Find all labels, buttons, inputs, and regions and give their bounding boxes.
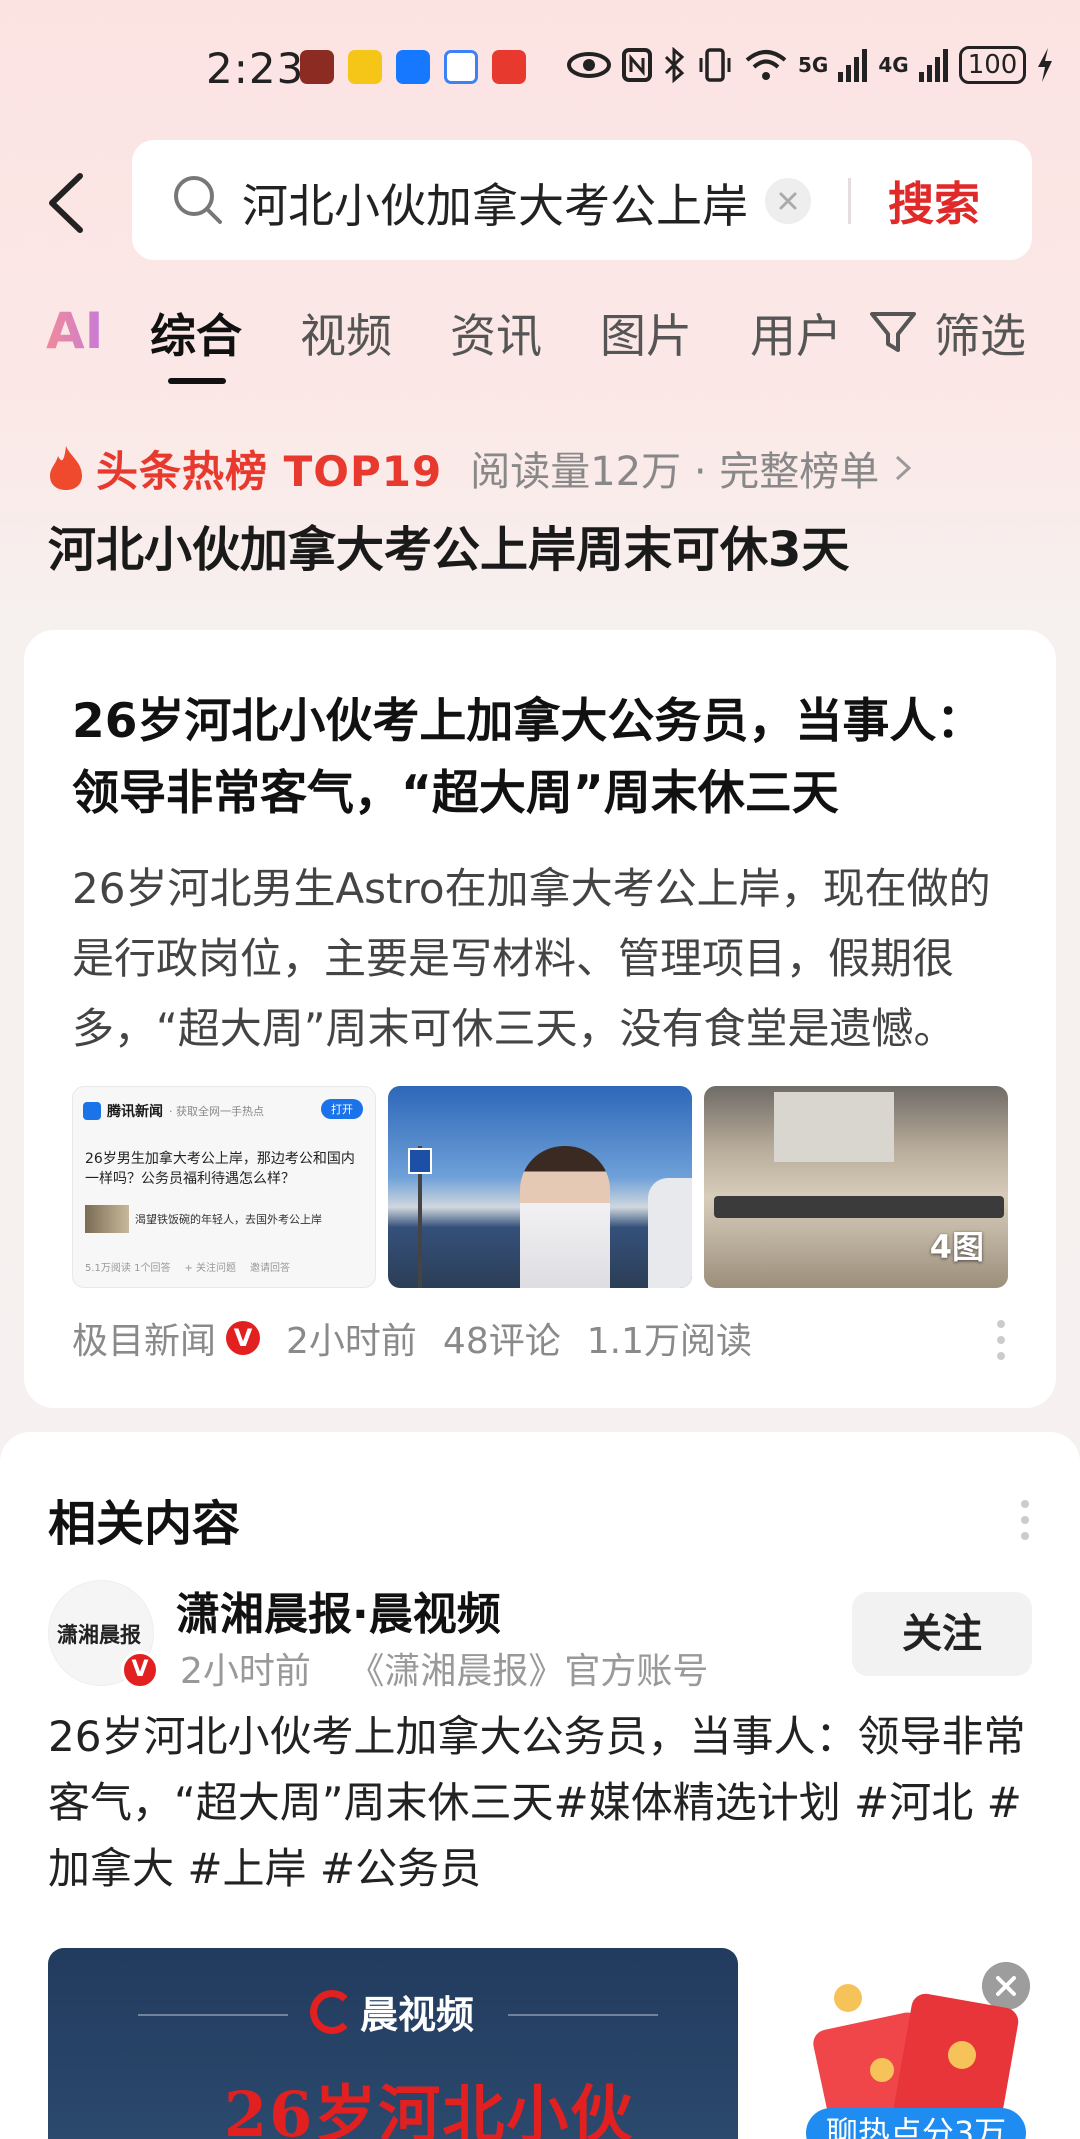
vibrate-icon [699, 48, 731, 82]
tencent-news-logo [83, 1102, 101, 1120]
signal-icon [918, 49, 948, 82]
channel-c-icon [310, 1989, 354, 2034]
tab-images[interactable]: 图片 [600, 300, 692, 366]
follow-button[interactable]: 关注 [852, 1592, 1032, 1676]
article-image-portrait[interactable] [388, 1086, 692, 1288]
thumb-mini-image [85, 1205, 129, 1233]
article-comments: 48评论 [442, 1321, 561, 1362]
clock-app-icon [492, 50, 526, 84]
clear-icon[interactable] [765, 178, 811, 224]
verified-badge-icon: V [121, 1651, 159, 1689]
hot-rank-label: 头条热榜 TOP19 [96, 446, 443, 496]
hot-meta[interactable]: 阅读量12万 · 完整榜单 [470, 439, 879, 497]
author-subtitle: 2小时前 《潇湘晨报》官方账号 [180, 1642, 708, 1694]
hot-topic-title[interactable]: 河北小伙加拿大考公上岸周末可休3天 [48, 510, 849, 580]
article-source[interactable]: 极目新闻 [72, 1312, 216, 1364]
hot-list-entry[interactable]: 头条热榜 TOP19 阅读量12万 · 完整榜单 [46, 438, 913, 498]
decor-line [508, 2014, 658, 2016]
reading-app-icon [300, 50, 334, 84]
status-time: 2:23 [206, 44, 305, 93]
battery-indicator: 100 [958, 46, 1027, 84]
video-channel-logo: 晨视频 [310, 1984, 474, 2039]
compass-app-icon [444, 50, 478, 84]
back-icon[interactable] [40, 168, 100, 238]
nfc-icon [622, 48, 652, 82]
thumb-follow: + 关注问题 [184, 1263, 237, 1274]
article-summary: 26岁河北男生Astro在加拿大考公上岸，现在做的是行政岗位，主要是写材料、管理… [72, 864, 991, 1053]
filter-icon[interactable] [868, 306, 918, 356]
status-bar: 2:23 5G 4G 100 [0, 0, 1080, 130]
search-divider [848, 178, 851, 224]
weibo-icon [348, 50, 382, 84]
thumb-slogan: · 获取全网一手热点 [169, 1105, 264, 1118]
author-post-time: 2小时前 [180, 1651, 311, 1692]
article-time: 2小时前 [286, 1321, 417, 1362]
parking-sign [408, 1148, 432, 1174]
network-4g-label: 4G [878, 53, 909, 77]
bluetooth-icon [664, 47, 685, 83]
meeting-table [714, 1196, 1004, 1218]
video-logo-text: 晨视频 [360, 1993, 475, 2037]
article-images[interactable]: 腾讯新闻 · 获取全网一手热点 打开 26岁男生加拿大考公上岸，那边考公和国内一… [72, 1086, 1008, 1288]
thumb-app-name: 腾讯新闻 [107, 1104, 163, 1120]
charging-icon [1038, 48, 1053, 82]
car-silhouette [648, 1178, 692, 1288]
person-figure [520, 1146, 610, 1288]
thumb-related-title: 渴望铁饭碗的年轻人，去国外考公上岸 [135, 1213, 322, 1226]
red-packet-label[interactable]: 聊热点分3万 [806, 2108, 1026, 2139]
tab-general[interactable]: 综合 [150, 300, 242, 366]
signal-icon [838, 49, 868, 82]
active-tab-indicator [168, 378, 226, 384]
more-options-icon[interactable] [996, 1318, 1006, 1362]
wifi-icon [745, 50, 787, 80]
video-thumbnail[interactable]: 晨视频 26岁河北小伙 [48, 1948, 738, 2139]
article-meta: 极目新闻 V 2小时前 48评论 1.1万阅读 [72, 1312, 778, 1364]
tab-news[interactable]: 资讯 [450, 300, 542, 366]
tab-video[interactable]: 视频 [300, 300, 392, 366]
more-options-icon[interactable] [1020, 1498, 1030, 1542]
chevron-right-icon [896, 455, 912, 481]
flame-icon [50, 446, 82, 490]
search-bar[interactable]: 河北小伙加拿大考公上岸 搜索 [132, 140, 1032, 260]
search-button[interactable]: 搜索 [888, 168, 980, 234]
related-title: 相关内容 [48, 1496, 241, 1552]
search-icon [174, 176, 222, 224]
video-caption: 26岁河北小伙 [224, 2078, 635, 2139]
decor-line [138, 2014, 288, 2016]
eye-icon [567, 52, 611, 78]
thumb-stats: 5.1万阅读 1个回答 [85, 1263, 171, 1274]
author-name[interactable]: 潇湘晨报·晨视频 [176, 1578, 501, 1642]
article-image-meeting[interactable]: 4图 [704, 1086, 1008, 1288]
verified-badge-icon: V [226, 1321, 261, 1355]
thumb-question: 26岁男生加拿大考公上岸，那边考公和国内一样吗？公务员福利待遇怎么样？ [85, 1151, 355, 1187]
article-reads: 1.1万阅读 [586, 1321, 752, 1362]
window-panel [774, 1092, 894, 1162]
direct-app-icon [396, 50, 430, 84]
article-image-screenshot[interactable]: 腾讯新闻 · 获取全网一手热点 打开 26岁男生加拿大考公上岸，那边考公和国内一… [72, 1086, 376, 1288]
filter-button[interactable]: 筛选 [934, 300, 1026, 366]
author-description: 《潇湘晨报》官方账号 [348, 1651, 709, 1692]
thumb-open-button: 打开 [321, 1099, 363, 1119]
avatar-logo-text: 潇湘晨报 [57, 1623, 141, 1647]
related-post-text[interactable]: 26岁河北小伙考上加拿大公务员，当事人：领导非常客气，“超大周”周末休三天#媒体… [48, 1704, 1038, 1902]
tab-ai[interactable]: AI [46, 302, 103, 360]
article-card[interactable]: 26岁河北小伙考上加拿大公务员，当事人：领导非常客气，“超大周”周末休三天 26… [24, 630, 1056, 1408]
notification-icons [300, 50, 526, 84]
thumb-invite: 邀请回答 [250, 1263, 291, 1274]
avatar[interactable]: 潇湘晨报 V [48, 1580, 159, 1689]
image-count-badge: 4图 [929, 1228, 984, 1266]
network-5g-label: 5G [798, 53, 829, 77]
system-icons: 5G 4G 100 [566, 46, 1054, 84]
article-title[interactable]: 26岁河北小伙考上加拿大公务员，当事人：领导非常客气，“超大周”周末休三天 [72, 686, 1012, 830]
result-tabs: AI 综合 视频 资讯 图片 用户 筛选 [0, 300, 1080, 390]
tab-users[interactable]: 用户 [750, 300, 842, 366]
